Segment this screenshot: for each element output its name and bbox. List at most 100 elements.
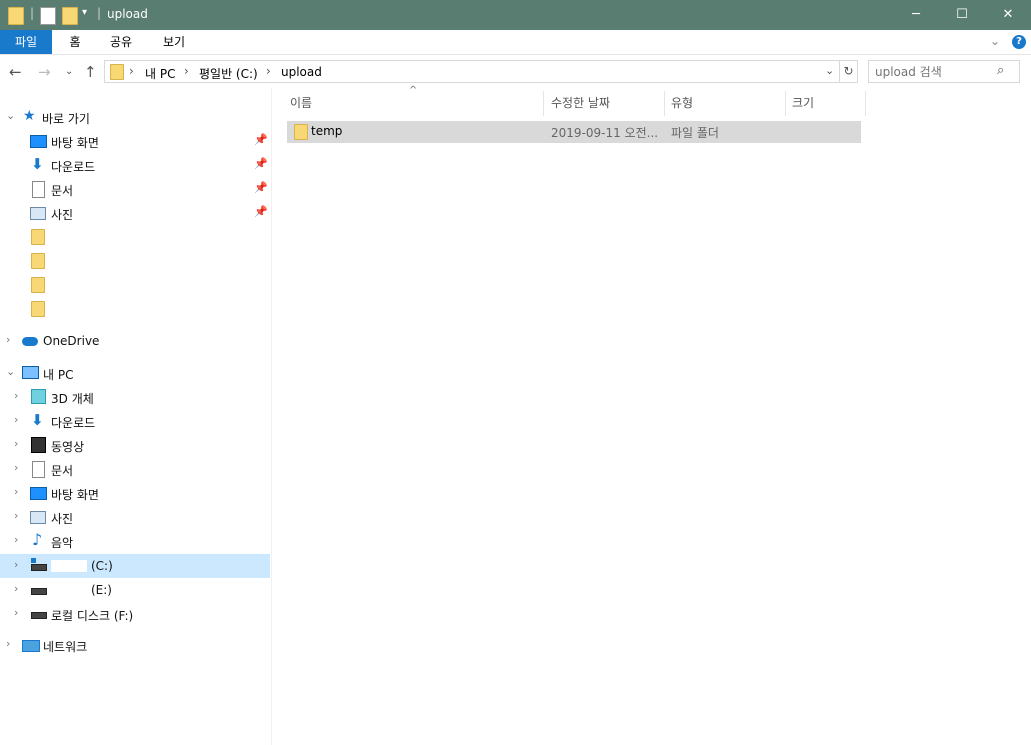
nav-network[interactable]: › 네트워크 — [0, 633, 270, 657]
nav-drive-e[interactable]: › (E:) — [0, 578, 270, 602]
chevron-right-icon[interactable]: › — [14, 413, 18, 426]
nav-drive-c[interactable]: › (C:) — [0, 554, 270, 578]
file-modified: 2019-09-11 오전... — [551, 126, 659, 140]
breadcrumb-this-pc[interactable]: 내 PC — [145, 65, 175, 82]
nav-documents[interactable]: › 문서 — [0, 457, 270, 481]
chevron-right-icon[interactable]: › — [6, 637, 10, 650]
up-arrow-icon[interactable]: ↑ — [84, 63, 97, 81]
download-icon: ⬇ — [31, 155, 44, 173]
nav-quick-desktop[interactable]: 바탕 화면 📌 — [0, 129, 270, 153]
nav-label: 사진 — [51, 208, 74, 222]
column-header-name[interactable]: 이름 — [284, 91, 544, 116]
pin-icon[interactable]: 📌 — [254, 181, 268, 194]
folder-icon — [294, 124, 308, 140]
forward-arrow-icon[interactable]: → — [38, 63, 51, 81]
file-type: 파일 폴더 — [671, 126, 719, 140]
nav-label: 네트워크 — [43, 640, 88, 654]
folder-icon — [31, 253, 45, 269]
chevron-down-icon[interactable]: ⌄ — [990, 34, 1000, 48]
new-folder-icon[interactable] — [62, 7, 78, 25]
download-icon: ⬇ — [31, 411, 44, 429]
tab-view[interactable]: 보기 — [157, 30, 191, 54]
nav-label: 동영상 — [51, 440, 85, 454]
nav-videos[interactable]: › 동영상 — [0, 433, 270, 457]
address-bar[interactable]: › 내 PC › 평일반 (C:) › upload ⌄ ↻ — [104, 60, 858, 83]
breadcrumb-drive-c[interactable]: 평일반 (C:) — [199, 65, 258, 82]
help-icon[interactable]: ? — [1012, 35, 1026, 49]
close-button[interactable]: ✕ — [985, 0, 1031, 30]
properties-icon[interactable] — [40, 7, 56, 25]
nav-desktop[interactable]: › 바탕 화면 — [0, 481, 270, 505]
breadcrumb-separator[interactable]: › — [184, 64, 189, 78]
nav-pictures[interactable]: › 사진 — [0, 505, 270, 529]
nav-onedrive[interactable]: › OneDrive — [0, 329, 270, 353]
address-dropdown-icon[interactable]: ⌄ — [825, 64, 834, 77]
minimize-button[interactable]: ─ — [893, 0, 939, 30]
chevron-right-icon[interactable]: › — [14, 437, 18, 450]
customize-quick-access-icon[interactable]: ▾ — [82, 7, 87, 18]
nav-3d-objects[interactable]: › 3D 개체 — [0, 385, 270, 409]
chevron-right-icon[interactable]: › — [14, 461, 18, 474]
recent-locations-icon[interactable]: ⌄ — [65, 66, 73, 77]
back-arrow-icon[interactable]: ← — [9, 63, 22, 81]
folder-icon — [31, 301, 45, 317]
redacted-label — [51, 560, 87, 572]
nav-label: 다운로드 — [51, 160, 96, 174]
column-header-modified[interactable]: 수정한 날짜 — [545, 91, 665, 116]
nav-quick-documents[interactable]: 문서 📌 — [0, 177, 270, 201]
chevron-right-icon[interactable]: › — [14, 558, 18, 571]
drive-icon — [31, 588, 47, 595]
nav-drive-f[interactable]: › 로컬 디스크 (F:) — [0, 602, 270, 626]
nav-quick-downloads[interactable]: ⬇ 다운로드 📌 — [0, 153, 270, 177]
chevron-down-icon[interactable]: ⌄ — [6, 109, 15, 122]
tab-share[interactable]: 공유 — [104, 30, 138, 54]
navigation-row: ← → ⌄ ↑ › 내 PC › 평일반 (C:) › upload ⌄ ↻ ⌕ — [0, 55, 1031, 88]
pictures-icon — [30, 511, 46, 524]
maximize-button[interactable]: ☐ — [939, 0, 985, 30]
nav-label: (C:) — [91, 559, 113, 573]
chevron-right-icon[interactable]: › — [14, 485, 18, 498]
pin-icon[interactable]: 📌 — [254, 205, 268, 218]
chevron-right-icon[interactable]: › — [14, 533, 18, 546]
document-icon — [32, 181, 45, 198]
breadcrumb-separator[interactable]: › — [266, 64, 271, 78]
chevron-right-icon[interactable]: › — [14, 606, 18, 619]
chevron-down-icon[interactable]: ⌄ — [6, 365, 15, 378]
search-icon[interactable]: ⌕ — [997, 63, 1004, 78]
chevron-right-icon[interactable]: › — [14, 582, 18, 595]
nav-quick-folder[interactable] — [0, 249, 270, 273]
3d-objects-icon — [31, 389, 46, 404]
cloud-icon — [22, 337, 38, 346]
refresh-icon[interactable]: ↻ — [839, 61, 857, 82]
folder-icon — [110, 64, 124, 80]
breadcrumb-upload[interactable]: upload — [281, 65, 322, 79]
chevron-right-icon[interactable]: › — [14, 509, 18, 522]
search-input[interactable] — [873, 63, 992, 81]
drive-icon — [31, 564, 47, 571]
nav-quick-folder[interactable] — [0, 297, 270, 321]
file-name: temp — [311, 124, 343, 138]
tab-file[interactable]: 파일 — [0, 30, 52, 54]
chevron-right-icon[interactable]: › — [14, 389, 18, 402]
tab-home[interactable]: 홈 — [60, 30, 90, 54]
nav-label: 3D 개체 — [51, 392, 94, 406]
nav-label: 다운로드 — [51, 416, 96, 430]
column-header-type[interactable]: 유형 — [665, 91, 786, 116]
nav-quick-folder[interactable] — [0, 225, 270, 249]
network-icon — [22, 640, 40, 652]
pin-icon[interactable]: 📌 — [254, 133, 268, 146]
nav-quick-folder[interactable] — [0, 273, 270, 297]
video-icon — [31, 437, 46, 453]
nav-this-pc[interactable]: ⌄ 내 PC — [0, 361, 270, 385]
navigation-pane: ⌄ ★ 바로 가기 바탕 화면 📌 ⬇ 다운로드 📌 문서 📌 사진 📌 › O… — [0, 88, 272, 745]
column-header-size[interactable]: 크기 — [786, 91, 866, 116]
nav-quick-access[interactable]: ⌄ ★ 바로 가기 — [0, 105, 270, 129]
nav-quick-pictures[interactable]: 사진 📌 — [0, 201, 270, 225]
chevron-right-icon[interactable]: › — [6, 333, 10, 346]
search-box[interactable]: ⌕ — [868, 60, 1020, 83]
nav-music[interactable]: › ♪ 음악 — [0, 529, 270, 553]
breadcrumb-separator[interactable]: › — [129, 64, 134, 78]
pin-icon[interactable]: 📌 — [254, 157, 268, 170]
table-row[interactable]: temp 2019-09-11 오전... 파일 폴더 — [287, 121, 861, 143]
nav-downloads[interactable]: › ⬇ 다운로드 — [0, 409, 270, 433]
